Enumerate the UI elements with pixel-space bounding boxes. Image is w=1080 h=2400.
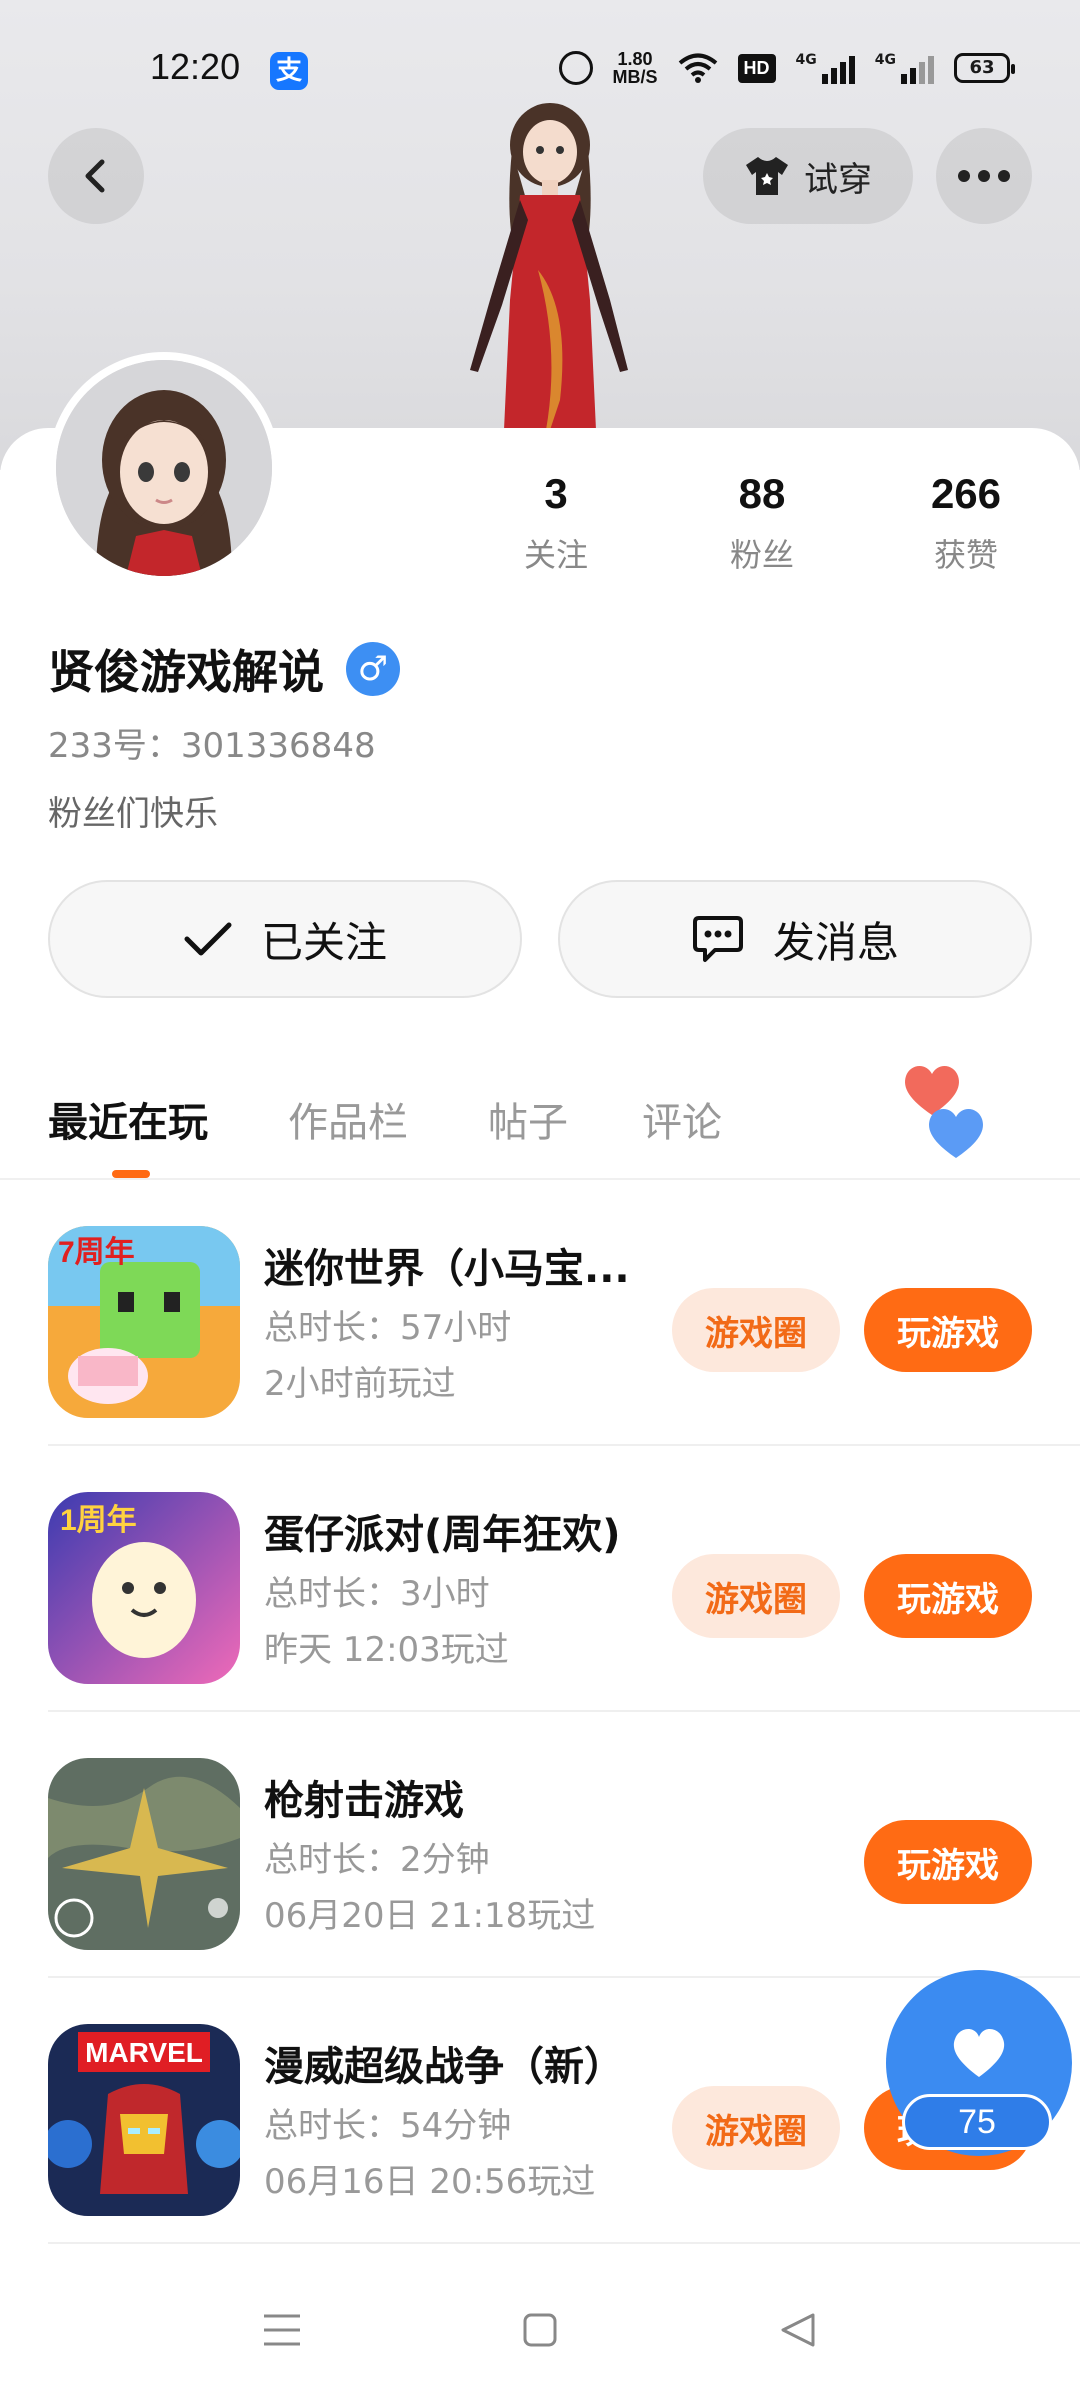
game-circle-button[interactable]: 游戏圈 [672, 1554, 840, 1638]
user-bio: 粉丝们快乐 [48, 794, 218, 834]
network-speed-value: 1.80 [617, 49, 653, 69]
battery-icon: 63 [954, 53, 1015, 83]
hearts-icon[interactable] [900, 1060, 990, 1160]
game-last-played: 昨天 12:03玩过 [264, 1630, 509, 1670]
signal-label-2: 4G [874, 52, 896, 68]
back-triangle-icon[interactable] [768, 2300, 828, 2360]
row-divider [48, 2242, 1080, 2244]
game-list-item[interactable]: 7周年 迷你世界（小马宝... 总时长：57小时 2小时前玩过 游戏圈 玩游戏 [0, 1180, 1080, 1446]
wifi-icon [678, 52, 718, 84]
play-game-button[interactable]: 玩游戏 [864, 1554, 1032, 1638]
home-icon[interactable] [510, 2300, 570, 2360]
stat-following-count: 3 [544, 470, 568, 517]
game-title: 漫威超级战争（新） [264, 2044, 624, 2090]
signal-label: 4G [795, 52, 817, 68]
heart-icon [953, 2028, 1005, 2077]
network-speed-unit: MB/S [612, 67, 658, 87]
followed-button[interactable]: 已关注 [48, 880, 522, 998]
status-time: 12:20 [150, 46, 241, 87]
tab-recently-played[interactable]: 最近在玩 [48, 1090, 208, 1148]
like-count-badge: 75 [902, 2094, 1052, 2150]
more-dots-icon [958, 170, 970, 182]
play-game-button[interactable]: 玩游戏 [864, 1820, 1032, 1904]
status-icons: 1.80 MB/S HD 4G 4G 63 [558, 48, 1015, 88]
signal-icon-2: 4G [875, 52, 934, 84]
game-last-played: 06月20日 21:18玩过 [264, 1896, 596, 1936]
game-icon-mini-world: 7周年 [48, 1226, 240, 1418]
game-list-item[interactable]: 枪射击游戏 总时长：2分钟 06月20日 21:18玩过 玩游戏 [0, 1712, 1080, 1978]
user-id: 233号：301336848 [48, 726, 376, 766]
system-navigation-bar [0, 2260, 1080, 2400]
game-icon-marvel: MARVEL [48, 2024, 240, 2216]
stat-followers-label: 粉丝 [729, 536, 794, 574]
game-circle-button[interactable]: 游戏圈 [672, 2086, 840, 2170]
hd-icon: HD [737, 53, 776, 83]
avatar[interactable] [48, 352, 280, 584]
game-last-played: 06月16日 20:56玩过 [264, 2162, 596, 2202]
tshirt-icon [746, 157, 788, 195]
alarm-icon [558, 51, 593, 85]
game-icon-shooter [48, 1758, 240, 1950]
stat-likes-count: 266 [930, 470, 1002, 517]
game-icon-eggy-party: 1周年 [48, 1492, 240, 1684]
checkmark-icon [184, 922, 232, 956]
stat-followers[interactable]: 88 粉丝 [682, 470, 842, 576]
send-message-label: 发消息 [772, 917, 899, 967]
more-options-button[interactable] [936, 128, 1032, 224]
network-speed: 1.80 MB/S [613, 50, 658, 86]
game-title: 蛋仔派对(周年狂欢) [264, 1512, 621, 1558]
stat-followers-count: 88 [738, 470, 786, 517]
stat-following[interactable]: 3 关注 [476, 470, 636, 576]
game-title: 枪射击游戏 [264, 1778, 464, 1824]
stat-likes-label: 获赞 [933, 536, 998, 574]
back-button[interactable] [48, 128, 144, 224]
followed-label: 已关注 [260, 917, 387, 967]
active-tab-indicator [112, 1170, 150, 1178]
game-last-played: 2小时前玩过 [264, 1364, 456, 1404]
stat-following-label: 关注 [523, 536, 588, 574]
tab-posts[interactable]: 帖子 [488, 1090, 568, 1148]
menu-icon[interactable] [252, 2300, 312, 2360]
tab-comments[interactable]: 评论 [642, 1090, 722, 1148]
tab-works[interactable]: 作品栏 [288, 1090, 408, 1148]
avatar-character-figure [420, 100, 680, 430]
profile-username-row: 贤俊游戏解说 ♂ [48, 636, 400, 702]
try-on-label: 试穿 [804, 159, 872, 200]
avatar-image [56, 360, 272, 576]
chat-bubble-icon [692, 916, 743, 962]
male-gender-icon: ♂ [346, 642, 400, 696]
game-list-item[interactable]: 1周年 蛋仔派对(周年狂欢) 总时长：3小时 昨天 12:03玩过 游戏圈 玩游… [0, 1446, 1080, 1712]
game-circle-button[interactable]: 游戏圈 [672, 1288, 840, 1372]
alipay-icon: 支 [270, 52, 308, 90]
send-message-button[interactable]: 发消息 [558, 880, 1032, 998]
game-duration: 总时长：3小时 [264, 1574, 490, 1614]
signal-icon: 4G [796, 52, 855, 84]
username: 贤俊游戏解说 [48, 645, 324, 699]
play-game-button[interactable]: 玩游戏 [864, 1288, 1032, 1372]
stat-likes[interactable]: 266 获赞 [886, 470, 1046, 576]
game-duration: 总时长：2分钟 [264, 1840, 490, 1880]
chevron-left-icon [85, 159, 105, 193]
game-icon-badge: 7周年 [58, 1236, 135, 1269]
game-icon-badge: MARVEL [85, 2037, 203, 2068]
try-on-button[interactable]: 试穿 [703, 128, 913, 224]
game-title: 迷你世界（小马宝... [264, 1246, 630, 1292]
game-icon-badge: 1周年 [60, 1504, 137, 1537]
game-duration: 总时长：57小时 [264, 1308, 512, 1348]
game-duration: 总时长：54分钟 [264, 2106, 512, 2146]
